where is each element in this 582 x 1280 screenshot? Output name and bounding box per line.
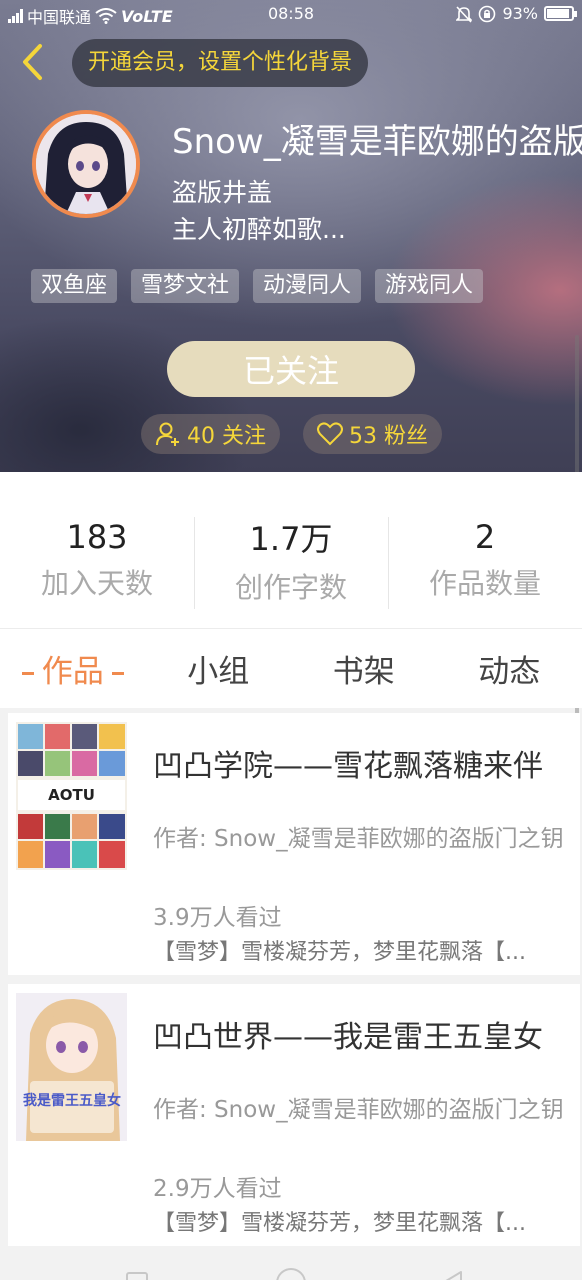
- following-button[interactable]: 40 关注: [141, 414, 280, 454]
- stat-label: 加入天数: [40, 567, 153, 600]
- stat-label: 作品数量: [428, 567, 541, 600]
- tag[interactable]: 动漫同人: [253, 269, 362, 303]
- tab-bar: 作品 小组 书架 动态: [0, 628, 582, 708]
- work-card[interactable]: AOTU 凹凸学院——雪花飘落糖来伴 作者: Snow_凝雪是菲欧娜的盗版门之钥…: [8, 713, 580, 975]
- bio-line: 主人初醉如歌...: [172, 215, 346, 244]
- tab-works[interactable]: 作品: [0, 646, 146, 691]
- following-count: 40 关注: [187, 424, 266, 449]
- stat-days: 183 加入天数: [0, 472, 194, 628]
- mute-bell-icon: [456, 5, 473, 23]
- stat-words: 1.7万 创作字数: [194, 472, 388, 628]
- back-button[interactable]: [14, 42, 50, 82]
- cover-title: AOTU: [48, 786, 95, 804]
- stat-value: 1.7万: [249, 520, 333, 558]
- tag[interactable]: 双鱼座: [31, 269, 118, 303]
- cover-title: 我是雷王五皇女: [23, 1092, 121, 1109]
- work-card[interactable]: 我是雷王五皇女 凹凸世界——我是雷王五皇女 作者: Snow_凝雪是菲欧娜的盗版…: [8, 984, 580, 1246]
- work-author: 作者: Snow_凝雪是菲欧娜的盗版门之钥: [153, 1097, 564, 1123]
- tab-label: 小组: [187, 654, 250, 690]
- person-plus-icon: [156, 422, 179, 446]
- status-bar: 中国联通 VoLTE 08:58 93%: [0, 0, 582, 30]
- work-cover[interactable]: 我是雷王五皇女: [16, 993, 127, 1141]
- bio: 盗版井盖 主人初醉如歌...: [172, 174, 346, 248]
- tab-label: 书架: [332, 654, 395, 690]
- back-triangle-icon[interactable]: [438, 1270, 464, 1280]
- chevron-left-icon: [23, 44, 42, 80]
- tab-label: 作品: [41, 654, 104, 690]
- recent-apps-button[interactable]: [126, 1272, 148, 1280]
- tab-activity[interactable]: 动态: [437, 646, 582, 691]
- tag[interactable]: 雪梦文社: [131, 269, 240, 303]
- fans-button[interactable]: 53 粉丝: [303, 414, 442, 454]
- work-views: 3.9万人看过: [153, 905, 282, 931]
- tab-groups[interactable]: 小组: [146, 646, 292, 691]
- tab-label: 动态: [478, 654, 541, 690]
- work-description: 【雪梦】雪楼凝芬芳，梦里花飘落【...: [153, 940, 526, 965]
- work-title[interactable]: 凹凸世界——我是雷王五皇女: [153, 1012, 578, 1056]
- rotation-lock-icon: [479, 5, 496, 22]
- vip-background-banner[interactable]: 开通会员，设置个性化背景: [72, 39, 369, 87]
- work-cover[interactable]: AOTU: [16, 722, 127, 870]
- heart-icon: [317, 422, 343, 446]
- stat-value: 2: [474, 518, 496, 556]
- battery-icon: [544, 6, 577, 21]
- tag-list: 双鱼座 雪梦文社 动漫同人 游戏同人: [31, 269, 484, 303]
- stat-works: 2 作品数量: [388, 472, 582, 628]
- tab-indicator-right: [111, 672, 124, 675]
- stat-value: 183: [66, 518, 128, 556]
- work-title[interactable]: 凹凸学院——雪花飘落糖来伴: [153, 741, 578, 785]
- tab-bookshelf[interactable]: 书架: [291, 646, 437, 691]
- follow-button[interactable]: 已关注: [167, 341, 415, 397]
- username: Snow_凝雪是菲欧娜的盗版门之钥: [172, 122, 582, 162]
- stat-label: 创作字数: [234, 571, 347, 604]
- work-views: 2.9万人看过: [153, 1176, 282, 1202]
- stats-panel: 183 加入天数 1.7万 创作字数 2 作品数量: [0, 472, 582, 628]
- system-nav-bar: [0, 1250, 582, 1280]
- home-button[interactable]: [276, 1268, 306, 1280]
- battery-percent: 93%: [502, 4, 538, 23]
- work-author: 作者: Snow_凝雪是菲欧娜的盗版门之钥: [153, 826, 564, 852]
- profile-header: 中国联通 VoLTE 08:58 93% 开通会员，设置个性化背景 Snow_凝…: [0, 0, 582, 472]
- tag[interactable]: 游戏同人: [375, 269, 484, 303]
- fans-count: 53 粉丝: [349, 424, 428, 449]
- tab-indicator-left: [21, 672, 34, 675]
- avatar[interactable]: [32, 110, 140, 218]
- bio-line: 盗版井盖: [172, 178, 273, 207]
- work-description: 【雪梦】雪楼凝芬芳，梦里花飘落【...: [153, 1211, 526, 1236]
